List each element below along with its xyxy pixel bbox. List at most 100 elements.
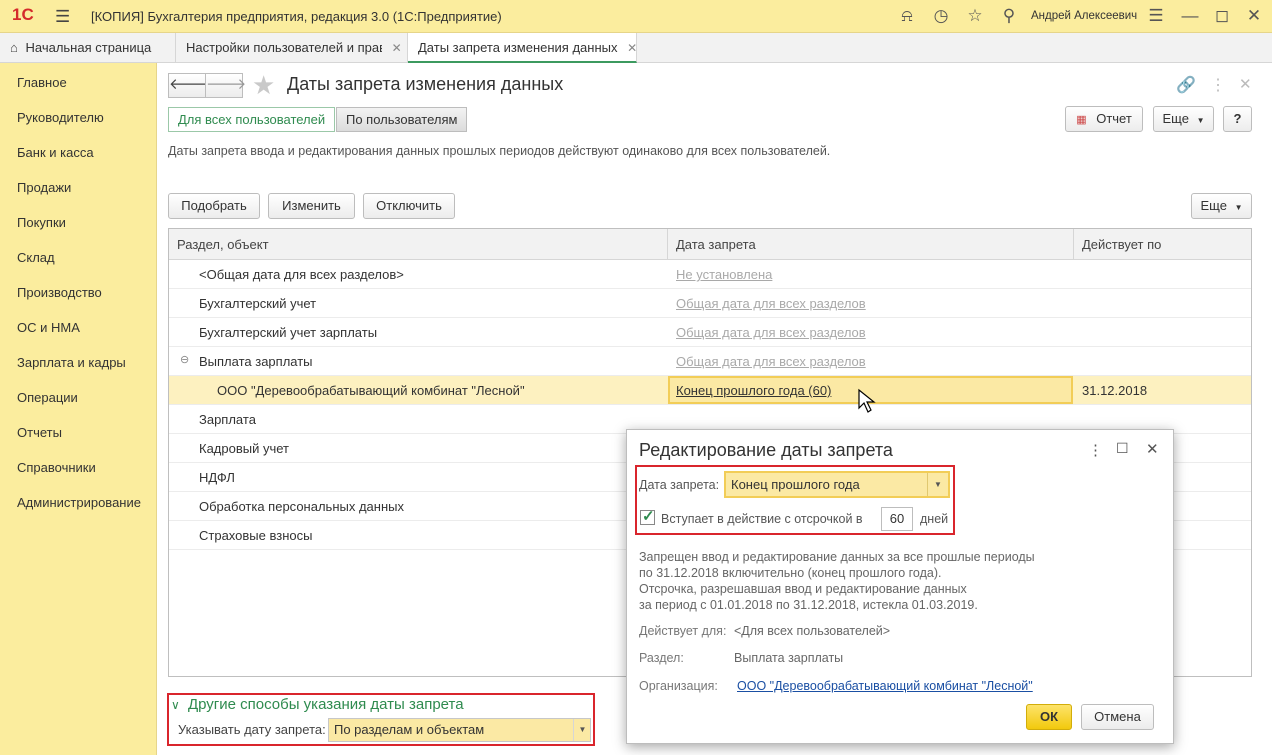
specify-date-label: Указывать дату запрета: — [178, 722, 326, 737]
sidebar-item-fixed-assets[interactable]: ОС и НМА — [17, 320, 80, 335]
row-section: Выплата зарплаты — [199, 354, 313, 369]
closing-date-select[interactable]: Конец прошлого года ▼ — [724, 471, 950, 498]
column-header-section[interactable]: Раздел, объект — [177, 237, 269, 252]
sidebar-item-operations[interactable]: Операции — [17, 390, 78, 405]
row-section: Обработка персональных данных — [199, 499, 404, 514]
row-date-link[interactable]: Общая дата для всех разделов — [676, 354, 866, 369]
table-header: Раздел, объект Дата запрета Действует по — [169, 229, 1251, 260]
info-text: Даты запрета ввода и редактирования данн… — [168, 144, 831, 158]
ok-button[interactable]: ОК — [1026, 704, 1072, 730]
chevron-down-icon: ▼ — [1196, 116, 1205, 125]
mouse-cursor-icon — [858, 388, 876, 413]
row-section: Бухгалтерский учет зарплаты — [199, 325, 378, 340]
dropdown-arrow-icon[interactable]: ▼ — [573, 719, 591, 741]
info-line: за период с 01.01.2018 по 31.12.2018, ис… — [639, 598, 978, 612]
row-date-link[interactable]: Конец прошлого года (60) — [676, 383, 831, 398]
report-icon: ▦ — [1076, 114, 1087, 126]
tab-label: Начальная страница — [25, 40, 152, 55]
table-row[interactable]: ⊖ Выплата зарплаты Общая дата для всех р… — [169, 347, 1251, 376]
maximize-icon[interactable]: ☐ — [1116, 440, 1129, 457]
sidebar-item-manager[interactable]: Руководителю — [17, 110, 104, 125]
more-label: Еще — [1162, 111, 1189, 126]
organization-link[interactable]: ООО "Деревообрабатывающий комбинат "Лесн… — [737, 679, 1033, 693]
more-vert-icon[interactable]: ⋮ — [1088, 441, 1103, 459]
back-button[interactable]: 🡐 — [168, 73, 209, 98]
maximize-icon[interactable]: ◻ — [1212, 6, 1232, 26]
close-tab-icon[interactable]: ✕ — [627, 41, 637, 55]
more-vert-icon[interactable]: ⋮ — [1210, 75, 1226, 95]
organization-label: Организация: — [639, 679, 718, 693]
collapse-icon[interactable]: ⊖ — [180, 353, 189, 366]
info-line: Отсрочка, разрешавшая ввод и редактирова… — [639, 582, 967, 596]
delay-checkbox[interactable]: ✓ — [640, 508, 655, 525]
sidebar-item-catalogs[interactable]: Справочники — [17, 460, 96, 475]
toggle-all-users[interactable]: Для всех пользователей — [168, 107, 336, 132]
user-name[interactable]: Андрей Алексеевич — [1031, 10, 1137, 22]
close-form-icon[interactable]: ✕ — [1239, 75, 1252, 93]
sidebar-item-main[interactable]: Главное — [17, 75, 67, 90]
report-button[interactable]: ▦ Отчет — [1065, 106, 1143, 132]
main-menu-icon[interactable]: ☰ — [55, 7, 70, 27]
row-date-link[interactable]: Общая дата для всех разделов — [676, 296, 866, 311]
info-line: Запрещен ввод и редактирование данных за… — [639, 550, 1035, 564]
disable-button[interactable]: Отключить — [363, 193, 455, 219]
checkmark-icon: ✓ — [642, 508, 655, 525]
row-date-link[interactable]: Не установлена — [676, 267, 772, 282]
dropdown-arrow-icon[interactable]: ▼ — [927, 473, 948, 496]
bell-icon[interactable]: ⍾ — [897, 6, 917, 26]
other-ways-group[interactable]: ∨ Другие способы указания даты запрета — [171, 696, 464, 713]
history-icon[interactable]: ◷ — [931, 6, 951, 26]
tab-user-settings[interactable]: Настройки пользователей и прав ✕ — [176, 33, 408, 63]
star-icon[interactable]: ☆ — [965, 6, 985, 26]
home-icon: ⌂ — [10, 40, 18, 55]
sidebar-item-purchases[interactable]: Покупки — [17, 215, 66, 230]
cancel-button[interactable]: Отмена — [1081, 704, 1154, 730]
tab-label: Даты запрета изменения данных — [418, 40, 618, 55]
close-dialog-icon[interactable]: ✕ — [1146, 440, 1159, 458]
form-more-button[interactable]: Еще ▼ — [1153, 106, 1214, 132]
table-row-selected[interactable]: ООО "Деревообрабатывающий комбинат "Лесн… — [169, 376, 1251, 405]
sidebar-item-sales[interactable]: Продажи — [17, 180, 71, 195]
minimize-icon[interactable]: — — [1180, 6, 1200, 26]
table-row[interactable]: Бухгалтерский учет Общая дата для всех р… — [169, 289, 1251, 318]
close-icon[interactable]: ✕ — [1244, 6, 1264, 26]
row-date-link[interactable]: Общая дата для всех разделов — [676, 325, 866, 340]
dialog-title: Редактирование даты запрета — [639, 440, 893, 460]
title-bar: 1С ☰ [КОПИЯ] Бухгалтерия предприятия, ре… — [0, 0, 1272, 33]
sidebar-item-reports[interactable]: Отчеты — [17, 425, 62, 440]
other-ways-label: Другие способы указания даты запрета — [187, 696, 464, 713]
row-valid-until: 31.12.2018 — [1082, 383, 1148, 398]
link-icon[interactable]: 🔗 — [1176, 75, 1196, 95]
sidebar-item-bank[interactable]: Банк и касса — [17, 145, 94, 160]
tab-closing-dates[interactable]: Даты запрета изменения данных ✕ — [408, 33, 637, 63]
toggle-per-user[interactable]: По пользователям — [336, 107, 468, 132]
close-tab-icon[interactable]: ✕ — [392, 41, 402, 55]
favorite-star-icon[interactable]: ★ — [252, 70, 275, 101]
days-label: дней — [920, 512, 949, 526]
closing-date-value: Конец прошлого года — [731, 477, 860, 492]
table-row[interactable]: <Общая дата для всех разделов> Не устано… — [169, 260, 1251, 289]
help-button[interactable]: ? — [1223, 106, 1252, 132]
delay-days-input[interactable]: 60 — [881, 507, 913, 531]
table-row[interactable]: Бухгалтерский учет зарплаты Общая дата д… — [169, 318, 1251, 347]
sidebar-item-production[interactable]: Производство — [17, 285, 102, 300]
sidebar-item-administration[interactable]: Администрирование — [17, 495, 141, 510]
table-more-button[interactable]: Еще ▼ — [1191, 193, 1252, 219]
column-header-date[interactable]: Дата запрета — [676, 237, 756, 252]
delay-label: Вступает в действие с отсрочкой в — [661, 512, 863, 526]
tab-home[interactable]: ⌂ Начальная страница — [0, 33, 176, 63]
row-section: Бухгалтерский учет — [199, 296, 317, 311]
window-title: [КОПИЯ] Бухгалтерия предприятия, редакци… — [91, 9, 502, 24]
valid-for-value: <Для всех пользователей> — [734, 624, 891, 638]
tab-label: Настройки пользователей и прав — [186, 40, 382, 55]
sidebar-item-payroll[interactable]: Зарплата и кадры — [17, 355, 126, 370]
column-header-valid[interactable]: Действует по — [1082, 237, 1161, 252]
chevron-down-icon: ∨ — [171, 698, 180, 712]
forward-button[interactable]: 🡒 — [205, 73, 246, 98]
pick-button[interactable]: Подобрать — [168, 193, 260, 219]
change-button[interactable]: Изменить — [268, 193, 355, 219]
search-icon[interactable]: ⚲ — [999, 6, 1019, 26]
settings-menu-icon[interactable]: ☰ — [1146, 6, 1166, 26]
sidebar-item-warehouse[interactable]: Склад — [17, 250, 55, 265]
more-label: Еще — [1200, 198, 1227, 213]
